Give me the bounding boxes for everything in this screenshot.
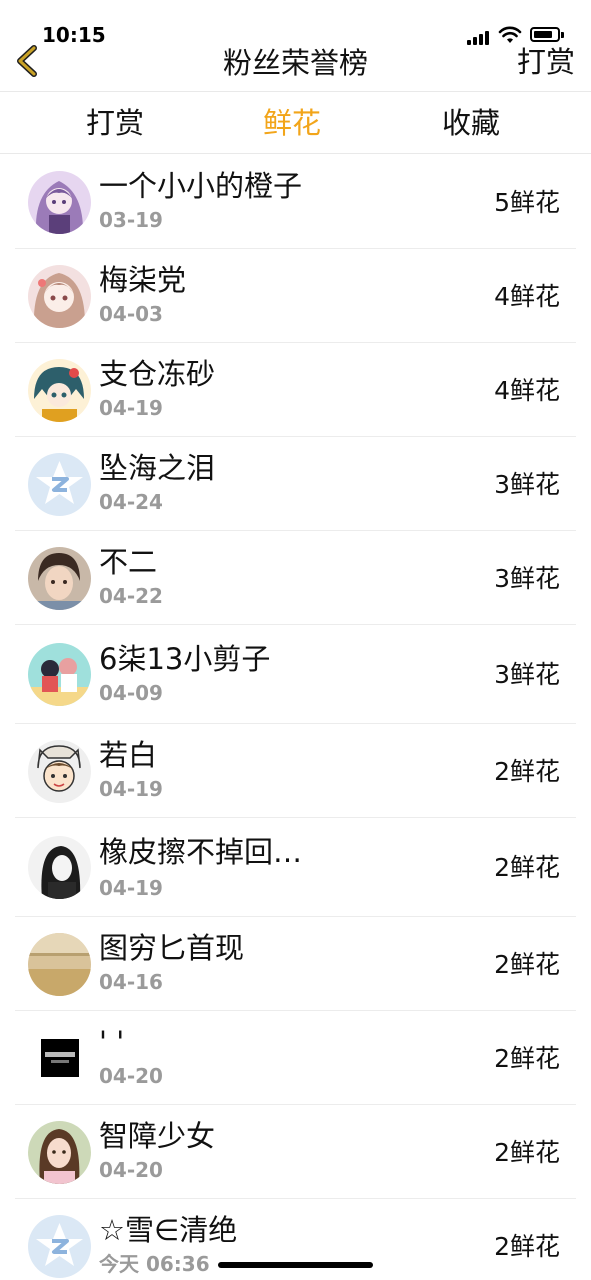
fan-date: 04-16 [99,970,163,994]
battery-icon [530,27,564,42]
fan-date: 04-19 [99,876,163,900]
wifi-icon [498,26,522,43]
fan-name: 图穷匕首现 [99,931,245,965]
flower-count: 5鲜花 [494,188,560,217]
user-avatar[interactable] [28,547,91,610]
list-item[interactable]: 支仓冻砂 04-19 4鲜花 [15,343,576,437]
status-bar: 10:15 [0,0,591,47]
fan-name: 一个小小的橙子 [99,169,303,203]
reward-button[interactable]: 打赏 [517,45,575,79]
user-avatar[interactable] [41,1039,79,1077]
fan-date: 04-20 [99,1064,163,1088]
user-avatar[interactable] [28,643,91,706]
fan-date: 03-19 [99,208,163,232]
list-item[interactable]: 橡皮擦不掉回… 04-19 2鲜花 [15,818,576,917]
user-avatar[interactable] [28,359,91,422]
list-item[interactable]: 若白 04-19 2鲜花 [15,724,576,818]
user-avatar[interactable] [28,933,91,996]
flower-count: 2鲜花 [494,950,560,979]
flower-count: 3鲜花 [494,660,560,689]
list-item[interactable]: ' ' 04-20 2鲜花 [15,1011,576,1105]
fan-date: 04-19 [99,777,163,801]
user-avatar[interactable] [28,171,91,234]
flower-count: 2鲜花 [494,1044,560,1073]
default-avatar-icon[interactable] [28,1215,91,1278]
tab-favorites[interactable]: 收藏 [442,105,500,141]
flower-count: 2鲜花 [494,757,560,786]
fan-name: 若白 [99,738,158,772]
flower-count: 4鲜花 [494,282,560,311]
list-item[interactable]: 智障少女 04-20 2鲜花 [15,1105,576,1199]
flower-count: 3鲜花 [494,564,560,593]
flower-count: 2鲜花 [494,1138,560,1167]
fan-name: 梅柒党 [99,263,187,297]
fan-date: 04-20 [99,1158,163,1182]
fan-name: 6柒13小剪子 [99,642,271,676]
flower-count: 3鲜花 [494,470,560,499]
list-item[interactable]: 不二 04-22 3鲜花 [15,531,576,625]
fan-date: 04-24 [99,490,163,514]
fan-name: 橡皮擦不掉回… [99,835,303,869]
tab-bar: 打赏 鲜花 收藏 [0,91,591,154]
fan-name: 支仓冻砂 [99,357,216,391]
tab-flowers[interactable]: 鲜花 [263,105,321,141]
fan-date: 04-03 [99,302,163,326]
list-item[interactable]: 一个小小的橙子 03-19 5鲜花 [15,155,576,249]
page-title: 粉丝荣誉榜 [222,46,368,80]
user-avatar[interactable] [28,740,91,803]
flower-count: 2鲜花 [494,853,560,882]
nav-header: 粉丝荣誉榜 打赏 [0,44,591,91]
user-avatar[interactable] [28,265,91,328]
user-avatar[interactable] [28,1121,91,1184]
list-item[interactable]: 6柒13小剪子 04-09 3鲜花 [15,625,576,724]
home-indicator[interactable] [218,1262,373,1268]
default-avatar-icon[interactable] [28,453,91,516]
cellular-signal-icon [467,29,493,45]
fan-date: 04-09 [99,681,163,705]
fan-name: 坠海之泪 [99,451,216,485]
list-item[interactable]: 坠海之泪 04-24 3鲜花 [15,437,576,531]
fan-name: 智障少女 [99,1119,216,1153]
fan-name: 不二 [99,545,158,579]
fan-date: 今天 06:36 [99,1252,210,1276]
flower-count: 2鲜花 [494,1232,560,1261]
flower-count: 4鲜花 [494,376,560,405]
user-avatar[interactable] [28,836,91,899]
fan-list: 一个小小的橙子 03-19 5鲜花 梅柒党 04-03 4鲜花 支仓冻砂 04-… [0,155,591,1280]
list-item[interactable]: 图穷匕首现 04-16 2鲜花 [15,917,576,1011]
tab-reward[interactable]: 打赏 [86,105,144,141]
fan-date: 04-19 [99,396,163,420]
fan-date: 04-22 [99,584,163,608]
fan-name: ☆雪∈清绝 [99,1213,238,1247]
list-item[interactable]: 梅柒党 04-03 4鲜花 [15,249,576,343]
fan-name: ' ' [99,1025,125,1059]
